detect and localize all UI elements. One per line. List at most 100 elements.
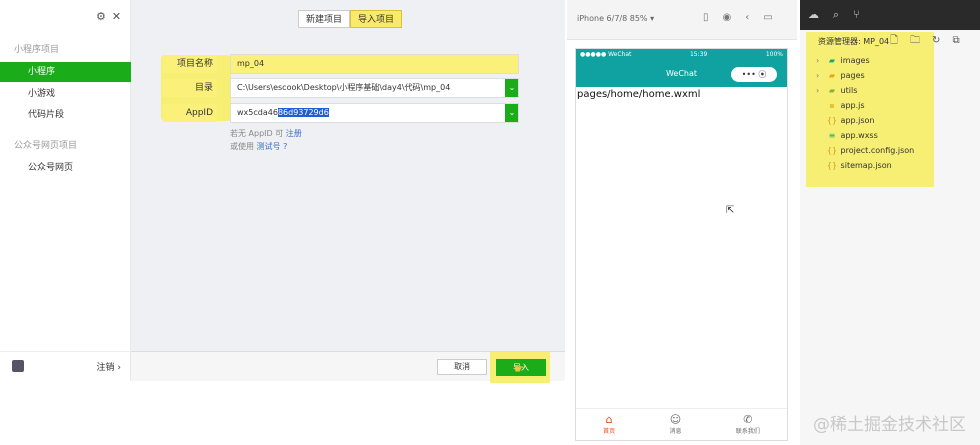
tree-file-project-config[interactable]: {} project.config.json — [816, 143, 914, 158]
tree-item-label: app.js — [840, 101, 865, 110]
folder-icon: ▰ — [828, 56, 836, 65]
directory-label: 目录 — [163, 79, 217, 97]
appid-dropdown-button[interactable]: ⌄ — [505, 104, 518, 122]
json-file-icon: {} — [826, 146, 838, 155]
phone-tab-messages[interactable]: ☺ 消息 — [669, 409, 681, 440]
tree-item-label: project.config.json — [840, 146, 915, 155]
directory-field[interactable]: C:\Users\escook\Desktop\小程序基础\day4\代码\mp… — [230, 78, 519, 98]
phone-navbar: WeChat ••• ⦿ — [576, 61, 787, 87]
sidebar-item-code-snippet[interactable]: 代码片段 — [0, 105, 131, 125]
json-file-icon: {} — [826, 161, 838, 170]
project-type-sidebar: ⚙ ✕ 小程序项目 小程序 小游戏 代码片段 公众号网页项目 公众号网页 注销 › — [0, 0, 131, 381]
simulator-toolbar: iPhone 6/7/8 85% ▾ ▯ ◉ ‹ ▭ — [567, 0, 797, 40]
chevron-right-icon: › — [816, 71, 820, 80]
explorer-actions: 🗋 🗀 ↻ ⧉ — [890, 33, 972, 50]
register-link[interactable]: 注册 — [286, 129, 302, 138]
settings-icon[interactable]: ⚙ — [96, 10, 106, 23]
phone-tab-label: 首页 — [603, 428, 616, 435]
sidebar-group-miniprogram: 小程序项目 — [14, 45, 60, 55]
simulator-toolbar-icons: ▯ ◉ ‹ ▭ — [703, 12, 787, 23]
phone-icon[interactable]: ▯ — [703, 12, 709, 23]
watermark: @稀土掘金技术社区 — [813, 415, 966, 435]
tree-folder-images[interactable]: › ▰ images — [816, 53, 870, 68]
project-tabbar: 新建项目 导入项目 — [298, 10, 403, 28]
message-icon: ☺ — [669, 413, 682, 426]
import-button[interactable]: 导入 ☛ — [496, 359, 546, 376]
capsule-menu-button[interactable]: ••• ⦿ — [731, 67, 777, 82]
tree-item-label: images — [840, 56, 870, 65]
chevron-right-icon: › — [816, 86, 820, 95]
new-file-icon[interactable]: 🗋 — [890, 35, 898, 46]
directory-value: C:\Users\escook\Desktop\小程序基础\day4\代码\mp… — [237, 83, 451, 92]
appid-hint-register: 若无 AppID 可 注册 — [230, 128, 302, 139]
phone-tab-label: 消息 — [669, 428, 682, 435]
explorer-title: 资源管理器: MP_04 — [818, 37, 890, 46]
home-icon: ⌂ — [605, 413, 613, 426]
phone-status-bar: ●●●●● WeChat 15:39 100% — [576, 49, 787, 61]
tree-file-app-js[interactable]: ▪ app.js — [816, 98, 865, 113]
cloud-icon[interactable]: ☁ — [808, 8, 819, 21]
new-folder-icon[interactable]: 🗀 — [910, 35, 920, 46]
project-name-label: 项目名称 — [163, 55, 217, 73]
dialog-main-panel: 新建项目 导入项目 项目名称 mp_04 目录 C:\Users\escook\… — [131, 0, 565, 381]
tree-file-app-wxss[interactable]: ≡ app.wxss — [816, 128, 878, 143]
tree-item-label: app.json — [840, 116, 875, 125]
js-file-icon: ▪ — [829, 101, 835, 110]
tree-file-sitemap[interactable]: {} sitemap.json — [816, 158, 892, 173]
phone-tabbar: ⌂ 首页 ☺ 消息 ✆ 联系我们 — [576, 408, 787, 440]
tree-file-app-json[interactable]: {} app.json — [816, 113, 875, 128]
explorer-top-toolbar: ☁ ⌕ ⑂ — [800, 0, 980, 30]
sidebar-footer: 注销 › — [0, 351, 131, 381]
project-name-field[interactable]: mp_04 — [230, 54, 519, 74]
mouse-pointer-icon: ⇱ — [726, 205, 735, 216]
sidebar-group-official-account: 公众号网页项目 — [14, 141, 78, 151]
branch-icon[interactable]: ⑂ — [853, 8, 860, 21]
hint-text-2: 或使用 — [230, 142, 254, 151]
sidebar-item-minigame[interactable]: 小游戏 — [0, 84, 131, 104]
tab-new-project[interactable]: 新建项目 — [298, 10, 351, 28]
cancel-button[interactable]: 取消 — [437, 359, 487, 375]
status-carrier: ●●●●● WeChat — [580, 51, 632, 58]
page-content-text: pages/home/home.wxml — [577, 89, 701, 100]
status-battery: 100% — [765, 51, 783, 58]
tree-folder-utils[interactable]: › ▰ utils — [816, 83, 857, 98]
collapse-icon[interactable]: ⧉ — [952, 35, 959, 46]
tree-item-label: utils — [840, 86, 858, 95]
tree-folder-pages[interactable]: › ▰ pages — [816, 68, 865, 83]
test-account-link[interactable]: 测试号 — [257, 142, 281, 151]
refresh-icon[interactable]: ↻ — [932, 35, 940, 46]
search-icon[interactable]: ⌕ — [833, 8, 839, 21]
sidebar-item-official-web[interactable]: 公众号网页 — [0, 158, 131, 178]
directory-dropdown-button[interactable]: ⌄ — [505, 79, 518, 97]
explorer-toolbar-icons: ☁ ⌕ ⑂ — [808, 8, 874, 22]
folder-icon: ▰ — [828, 71, 836, 80]
device-selector[interactable]: iPhone 6/7/8 85% ▾ — [577, 14, 654, 23]
dialog-footer: 取消 导入 ☛ — [131, 351, 565, 383]
appid-field[interactable]: wx5cda4686d93729d6 ⌄ — [230, 103, 519, 123]
nav-title: WeChat — [665, 69, 698, 78]
phone-tab-contact[interactable]: ✆ 联系我们 — [736, 409, 760, 440]
appid-hint-test: 或使用 测试号 ? — [230, 141, 287, 152]
tab-import-project[interactable]: 导入项目 — [350, 10, 403, 28]
chevron-right-icon: › — [816, 56, 820, 65]
sidebar-item-miniprogram[interactable]: 小程序 — [0, 62, 131, 82]
back-icon[interactable]: ‹ — [745, 12, 749, 23]
appid-label: AppID — [163, 104, 217, 122]
page-icon[interactable]: ▭ — [763, 12, 772, 23]
phone-tab-home[interactable]: ⌂ 首页 — [603, 409, 615, 440]
project-name-value: mp_04 — [237, 59, 265, 68]
json-file-icon: {} — [826, 116, 838, 125]
close-icon[interactable]: ✕ — [112, 10, 121, 23]
logout-link[interactable]: 注销 › — [97, 360, 121, 373]
help-icon[interactable]: ? — [283, 142, 287, 151]
hint-text: 若无 AppID 可 — [230, 129, 284, 138]
avatar[interactable] — [12, 360, 24, 372]
dialog-top-icons: ⚙ ✕ — [90, 10, 121, 23]
import-project-dialog: ⚙ ✕ 小程序项目 小程序 小游戏 代码片段 公众号网页项目 公众号网页 注销 ›… — [0, 0, 565, 383]
appid-value-selected: 86d93729d6 — [277, 108, 329, 117]
status-time: 15:39 — [689, 51, 708, 58]
wxss-file-icon: ≡ — [828, 131, 836, 140]
tree-item-label: sitemap.json — [840, 161, 892, 170]
phone-call-icon: ✆ — [743, 413, 753, 426]
volume-icon[interactable]: ◉ — [723, 12, 732, 23]
